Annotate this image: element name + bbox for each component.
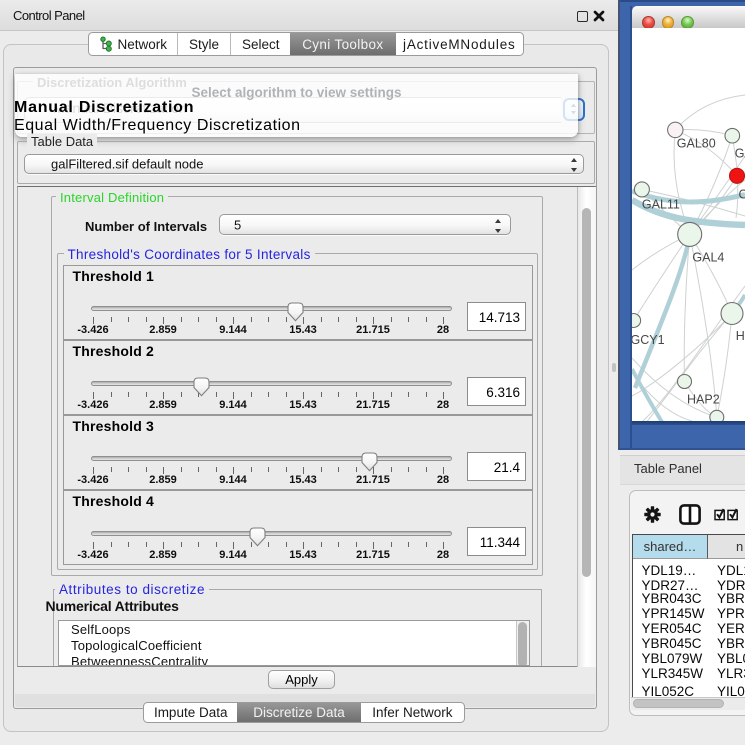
svg-text:HI: HI [736,329,745,343]
svg-text:GAL11: GAL11 [642,197,680,211]
svg-text:GCY1: GCY1 [632,333,665,347]
svg-text:GAL80: GAL80 [677,136,716,150]
svg-text:HAP2: HAP2 [687,392,720,406]
svg-text:CC: CC [739,187,745,201]
svg-text:GAL4: GAL4 [692,250,724,264]
svg-text:GA: GA [735,146,745,160]
